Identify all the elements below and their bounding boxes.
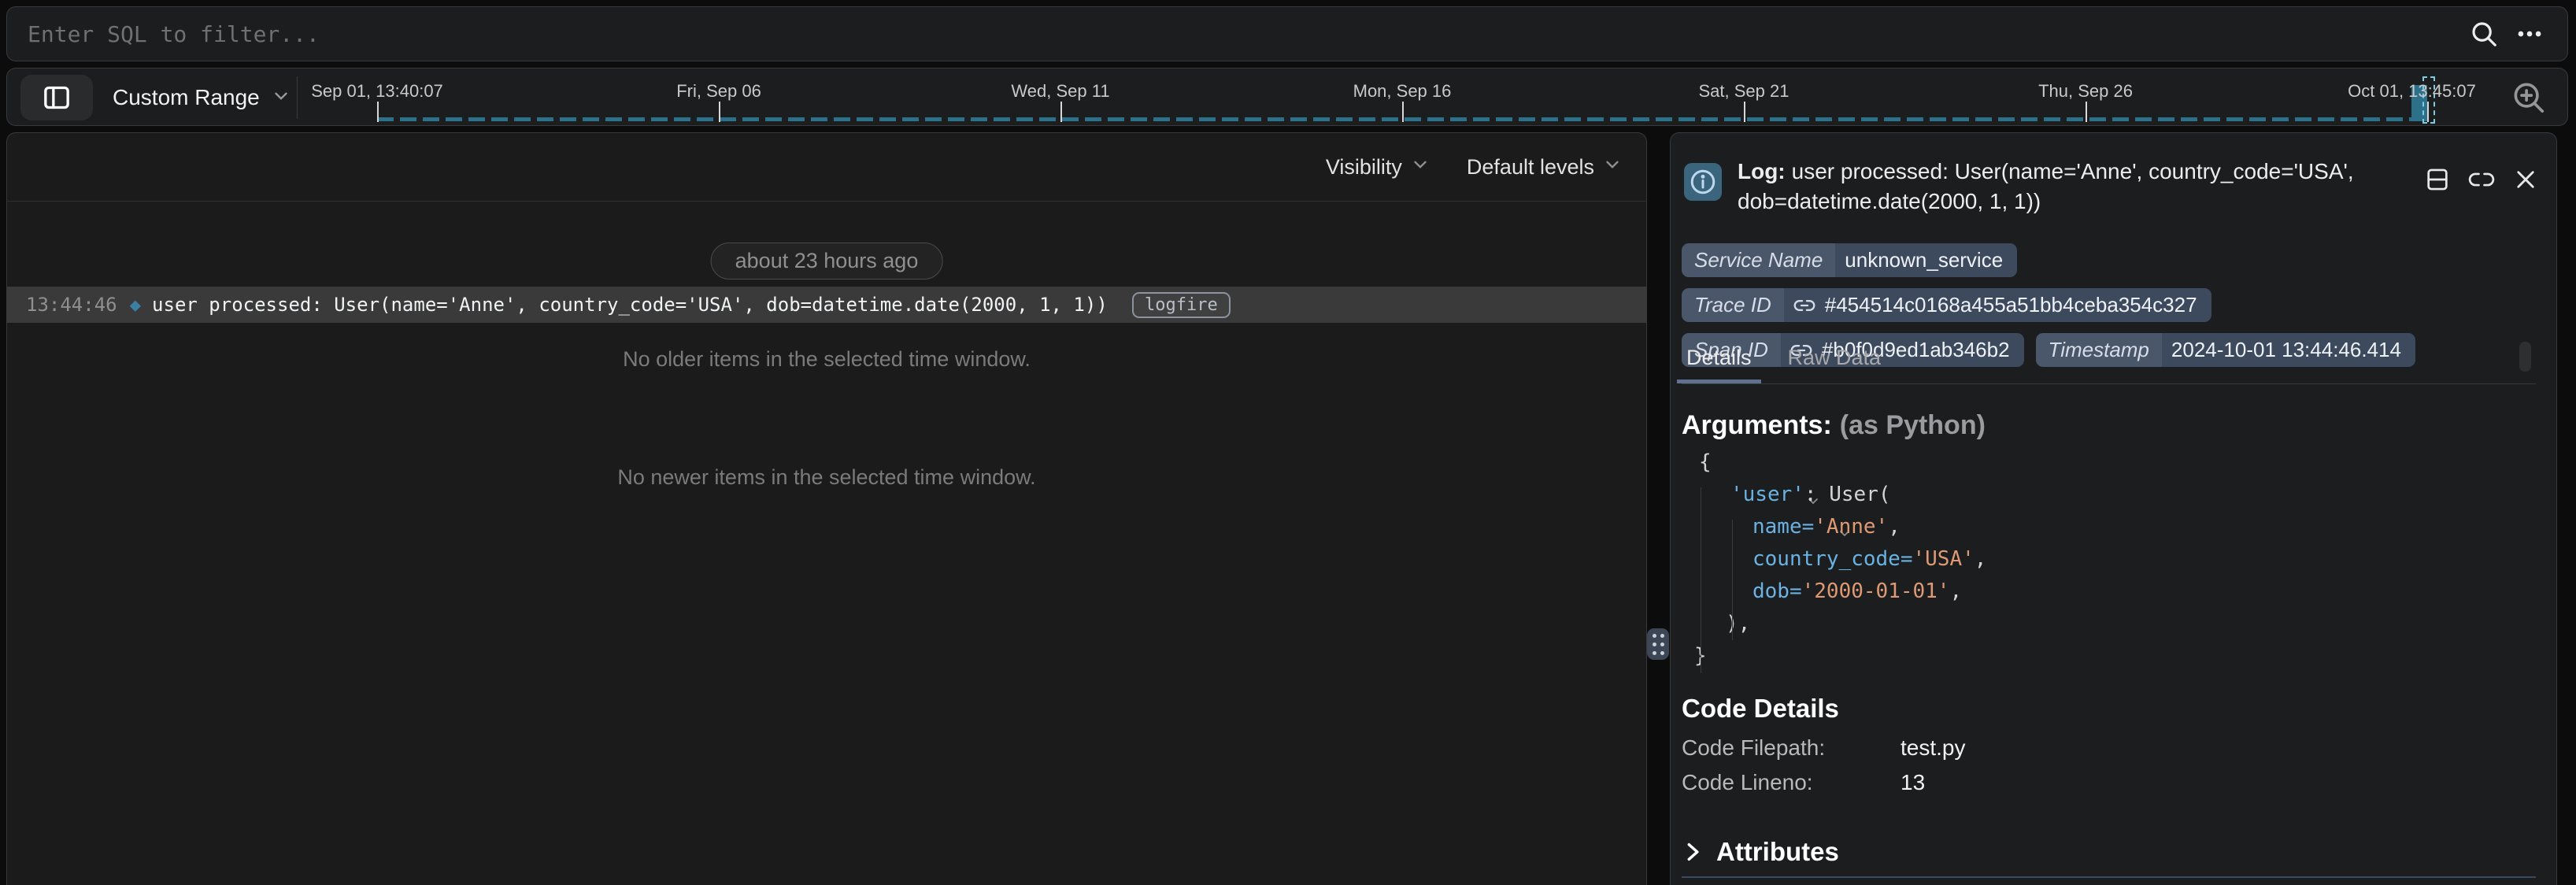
service-name-badge: Service Name unknown_service xyxy=(1682,243,2017,277)
no-older-items-message: No older items in the selected time wind… xyxy=(7,347,1646,372)
attributes-label: Attributes xyxy=(1716,837,1839,867)
tree-line-dob: dob='2000-01-01', xyxy=(1682,576,1986,608)
info-icon xyxy=(1684,163,1722,201)
tree-line-open: { xyxy=(1682,446,1986,479)
scrollbar-thumb[interactable] xyxy=(2519,342,2531,372)
log-timestamp: 13:44:46 xyxy=(26,294,117,316)
detail-title-line2: dob=datetime.date(2000, 1, 1)) xyxy=(1738,187,2430,217)
service-name-label: Service Name xyxy=(1682,243,1835,277)
logfire-app: Enter SQL to filter... Custom Range xyxy=(0,0,2576,885)
time-ago-badge[interactable]: about 23 hours ago xyxy=(711,243,943,280)
timeline-tick xyxy=(1744,102,1745,122)
visibility-dropdown[interactable]: Visibility xyxy=(1326,154,1430,180)
trace-id-badge[interactable]: Trace ID #454514c0168a455a51bb4ceba354c3… xyxy=(1682,288,2211,322)
log-level-diamond-icon: ◆ xyxy=(130,294,141,316)
service-name-value: unknown_service xyxy=(1835,248,2017,272)
log-list-panel: Visibility Default levels No older items… xyxy=(6,132,1647,885)
close-icon[interactable] xyxy=(2512,166,2539,193)
sql-filter-bar: Enter SQL to filter... xyxy=(6,6,2568,61)
chevron-down-icon xyxy=(271,86,291,110)
timeline-divider xyxy=(297,76,298,119)
trace-id-value: #454514c0168a455a51bb4ceba354c327 xyxy=(1815,293,2211,317)
panel-resize-handle[interactable] xyxy=(1647,628,1669,660)
code-details-heading: Code Details xyxy=(1682,694,1839,724)
timeline-tick xyxy=(1402,102,1404,122)
log-list-header: Visibility Default levels xyxy=(7,133,1646,202)
timeline-histogram-baseline[interactable] xyxy=(377,117,2424,121)
code-filepath-row: Code Filepath:test.py xyxy=(1682,735,1965,761)
time-range-dropdown[interactable]: Custom Range xyxy=(113,69,291,127)
visibility-label: Visibility xyxy=(1326,155,1402,180)
python-arguments-tree: { 'user': User( name='Anne', country_cod… xyxy=(1682,446,1986,672)
search-icon[interactable] xyxy=(2467,17,2501,51)
code-lineno-label: Code Lineno: xyxy=(1682,770,1901,795)
tab-details[interactable]: Details xyxy=(1682,346,1756,383)
detail-title: Log:user processed: User(name='Anne', co… xyxy=(1738,157,2430,217)
code-filepath-value: test.py xyxy=(1901,735,1965,760)
timeline-tick-label: Fri, Sep 06 xyxy=(676,81,761,102)
default-levels-dropdown[interactable]: Default levels xyxy=(1467,154,1623,180)
code-filepath-label: Code Filepath: xyxy=(1682,735,1901,761)
detail-title-prefix: Log: xyxy=(1738,159,1786,183)
collapse-chevron-icon[interactable] xyxy=(1682,455,1697,471)
indent-guide xyxy=(1732,520,1733,640)
detail-header-actions xyxy=(2424,166,2539,193)
sidebar-toggle-button[interactable] xyxy=(20,75,93,120)
log-row[interactable]: 13:44:46 ◆ user processed: User(name='An… xyxy=(7,287,1646,323)
timeline-tick xyxy=(719,102,720,122)
log-tag-badge: logfire xyxy=(1132,292,1231,318)
detail-header: Log:user processed: User(name='Anne', co… xyxy=(1684,157,2430,217)
tree-line-close: } xyxy=(1682,640,1986,672)
split-view-icon[interactable] xyxy=(2424,166,2451,193)
arguments-heading-text: Arguments: xyxy=(1682,410,1832,440)
collapse-chevron-icon[interactable] xyxy=(1713,487,1729,503)
detail-tabs: Details Raw Data xyxy=(1682,346,2536,384)
chevron-down-icon xyxy=(1602,154,1623,180)
timeline-tick-label: Mon, Sep 16 xyxy=(1353,81,1452,102)
more-options-icon[interactable] xyxy=(2512,17,2547,51)
default-levels-label: Default levels xyxy=(1467,155,1594,180)
log-detail-panel: Log:user processed: User(name='Anne', co… xyxy=(1670,132,2557,885)
no-newer-items-message: No newer items in the selected time wind… xyxy=(7,465,1646,490)
chevron-down-icon xyxy=(1410,154,1430,180)
code-lineno-value: 13 xyxy=(1901,770,1925,794)
tree-line-close-call: ), xyxy=(1682,608,1986,640)
trace-id-label: Trace ID xyxy=(1682,288,1784,322)
zoom-in-icon[interactable] xyxy=(2511,80,2547,116)
time-range-label: Custom Range xyxy=(113,85,260,110)
code-lineno-row: Code Lineno:13 xyxy=(1682,770,1925,795)
timeline-tick-label: Sep 01, 13:40:07 xyxy=(311,81,443,102)
timeline-bar: Custom Range Sep 01, 13:40:07 Fri, Sep 0… xyxy=(6,68,2568,126)
section-divider xyxy=(1682,876,2536,878)
sql-filter-input[interactable]: Enter SQL to filter... xyxy=(28,21,2467,47)
detail-title-line1: user processed: User(name='Anne', countr… xyxy=(1792,159,2354,183)
attributes-section-toggle[interactable]: Attributes xyxy=(1682,837,1839,867)
copy-link-icon[interactable] xyxy=(2468,166,2495,193)
link-icon xyxy=(1793,294,1815,317)
timeline-tick-label: Thu, Sep 26 xyxy=(2038,81,2133,102)
timeline-tick-label: Oct 01, 13:45:07 xyxy=(2348,81,2476,102)
arguments-heading: Arguments: (as Python) xyxy=(1682,410,1986,441)
chevron-right-icon xyxy=(1682,841,1704,863)
tab-raw-data[interactable]: Raw Data xyxy=(1783,346,1886,383)
timeline-tick xyxy=(2086,102,2087,122)
sidebar-toggle-icon xyxy=(41,82,72,113)
log-message: user processed: User(name='Anne', countr… xyxy=(152,294,1108,316)
timeline-tick xyxy=(377,102,379,122)
arguments-subheading: (as Python) xyxy=(1840,410,1986,440)
timeline-tick-label: Wed, Sep 11 xyxy=(1011,81,1109,102)
timeline-tick-label: Sat, Sep 21 xyxy=(1699,81,1790,102)
timeline-tick xyxy=(1060,102,1062,122)
drag-dots-icon xyxy=(1653,634,1656,638)
